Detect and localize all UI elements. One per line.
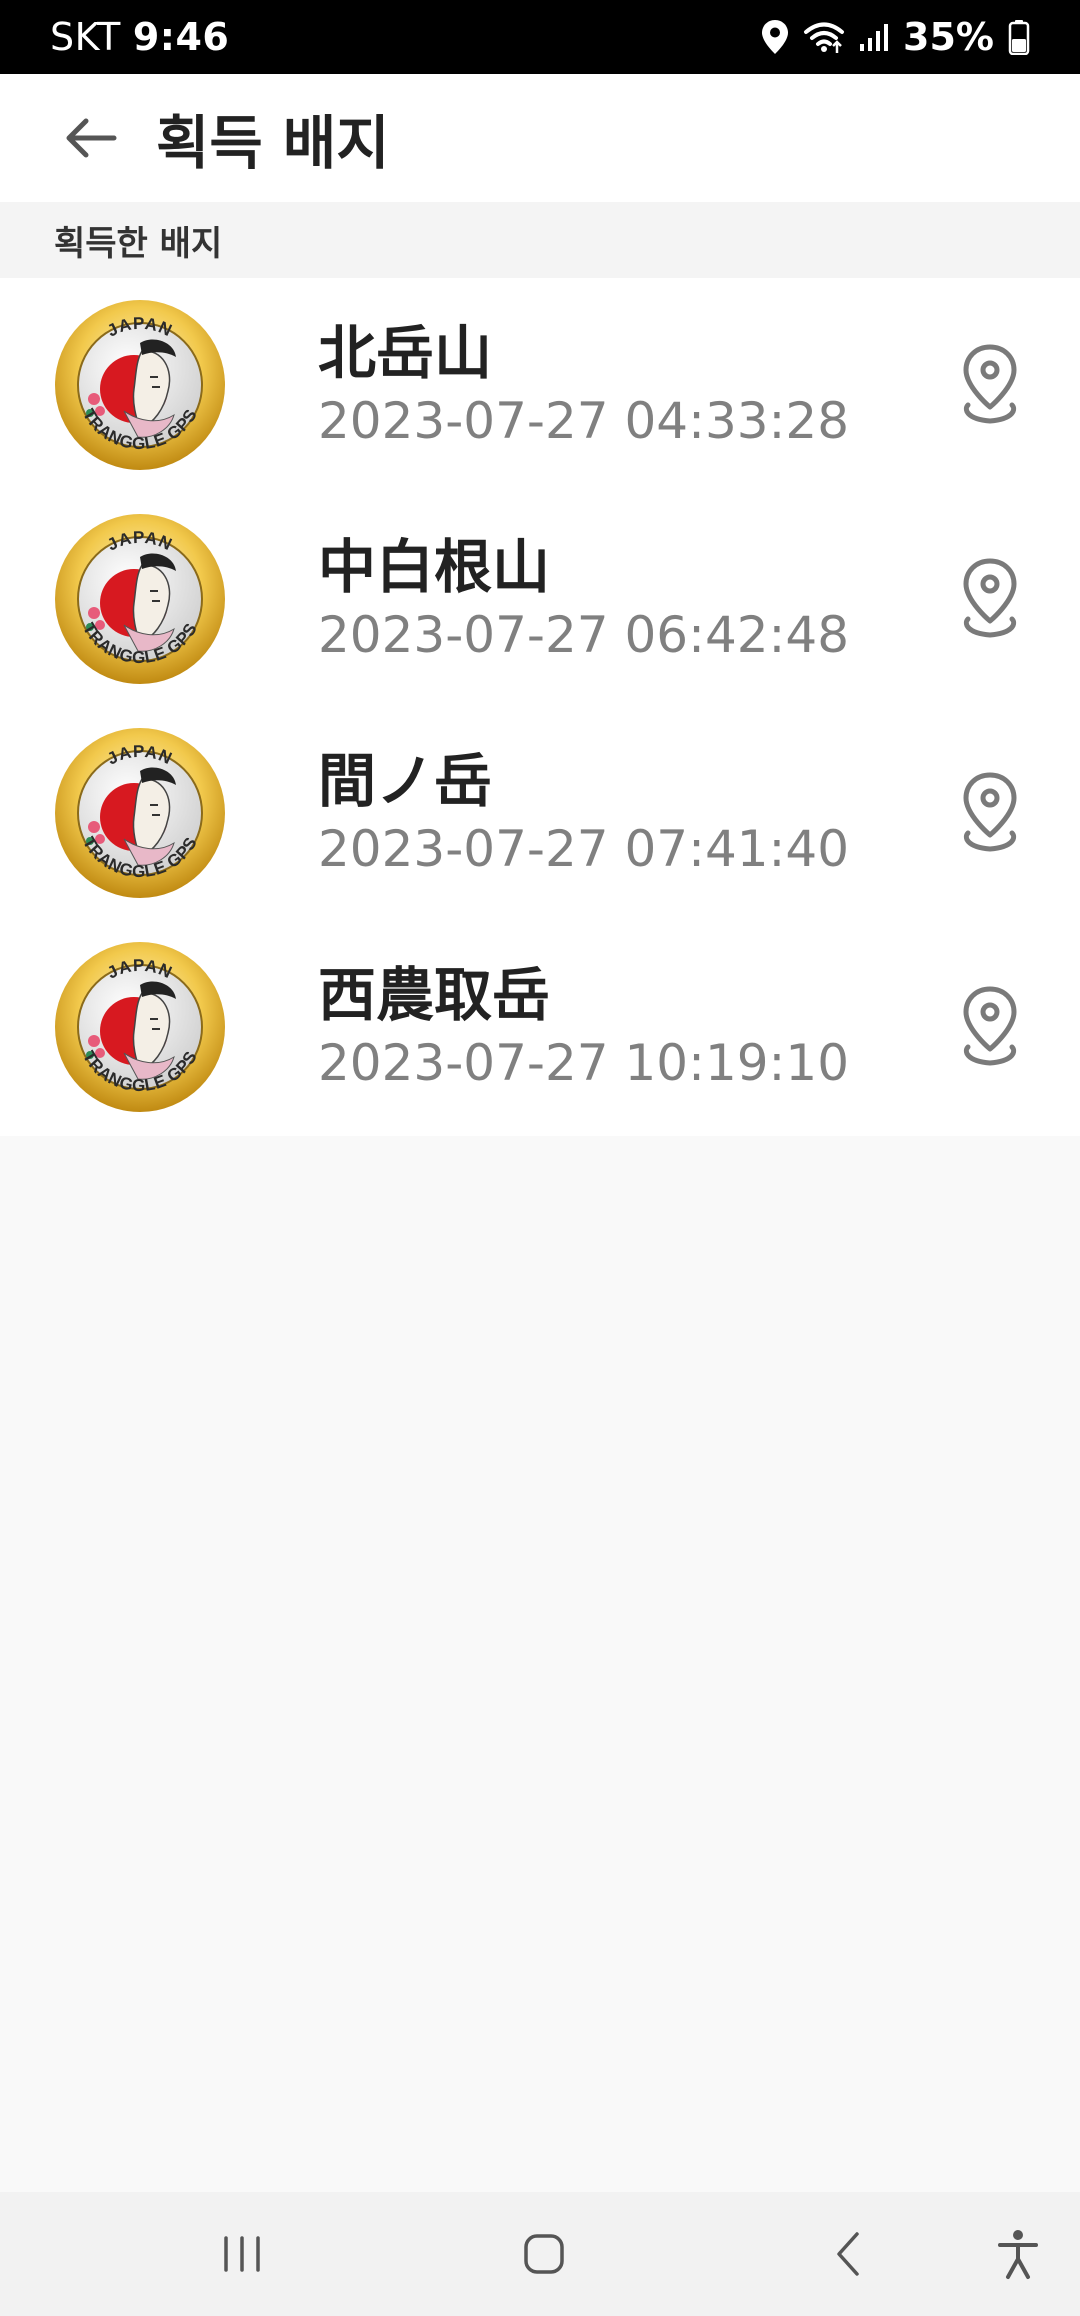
home-icon [524, 2234, 564, 2274]
clock: 9:46 [132, 15, 230, 59]
badge-list: JAPAN TRANGGLE GPS 北岳山 2023-07-27 04:33:… [0, 278, 1080, 1136]
location-pin-icon [963, 986, 1017, 1066]
badge-list-item[interactable]: JAPAN TRANGGLE GPS 中白根山 2023-07-27 06:42… [0, 492, 1080, 706]
badge-text: 北岳山 2023-07-27 04:33:28 [318, 317, 849, 453]
location-status-icon [761, 19, 789, 55]
signal-icon [859, 22, 889, 52]
badge-name: 北岳山 [318, 319, 493, 387]
badge-date: 2023-07-27 06:42:48 [318, 606, 850, 664]
section-header: 획득한 배지 [0, 202, 1080, 278]
accessibility-icon [998, 2230, 1038, 2279]
back-button[interactable] [46, 93, 136, 183]
home-button[interactable] [504, 2214, 584, 2294]
badge-text: 間ノ岳 2023-07-27 07:41:40 [318, 745, 849, 881]
page-title: 획득 배지 [156, 109, 390, 177]
location-pin-icon [963, 772, 1017, 852]
status-left: SKT 9:46 [50, 15, 229, 59]
location-pin-icon [963, 558, 1017, 638]
badge-medal-icon: JAPAN TRANGGLE GPS [54, 941, 226, 1113]
badge-text: 西農取岳 2023-07-27 10:19:10 [318, 959, 849, 1095]
badge-name: 中白根山 [318, 533, 551, 601]
recent-apps-button[interactable] [202, 2214, 282, 2294]
nav-back-button[interactable] [808, 2214, 888, 2294]
badge-medal-icon: JAPAN TRANGGLE GPS [54, 727, 226, 899]
wifi-icon [803, 20, 845, 54]
arrow-left-icon [66, 118, 117, 158]
location-button[interactable] [940, 763, 1040, 863]
status-bar: SKT 9:46 35% [0, 0, 1080, 74]
badge-name: 西農取岳 [318, 961, 551, 1029]
badge-list-item[interactable]: JAPAN TRANGGLE GPS 西農取岳 2023-07-27 10:19… [0, 920, 1080, 1134]
badge-medal-icon: JAPAN TRANGGLE GPS [54, 299, 226, 471]
battery-level: 35% [903, 15, 994, 59]
location-pin-icon [963, 344, 1017, 424]
carrier-label: SKT [50, 15, 121, 59]
chevron-left-icon [837, 2232, 859, 2276]
location-button[interactable] [940, 335, 1040, 435]
badge-list-item[interactable]: JAPAN TRANGGLE GPS 北岳山 2023-07-27 04:33:… [0, 278, 1080, 492]
badge-date: 2023-07-27 10:19:10 [318, 1034, 850, 1092]
location-button[interactable] [940, 977, 1040, 1077]
badge-date: 2023-07-27 07:41:40 [318, 820, 850, 878]
location-button[interactable] [940, 549, 1040, 649]
badge-name: 間ノ岳 [318, 747, 493, 815]
badge-list-item[interactable]: JAPAN TRANGGLE GPS 間ノ岳 2023-07-27 07:41:… [0, 706, 1080, 920]
badge-medal-icon: JAPAN TRANGGLE GPS [54, 513, 226, 685]
badge-text: 中白根山 2023-07-27 06:42:48 [318, 531, 849, 667]
accessibility-button[interactable] [978, 2214, 1058, 2294]
badge-date: 2023-07-27 04:33:28 [318, 392, 850, 450]
status-right: 35% [761, 15, 1030, 59]
navigation-bar [0, 2192, 1080, 2316]
battery-icon [1008, 19, 1030, 55]
app-bar: 획득 배지 [0, 74, 1080, 202]
recent-apps-icon [224, 2236, 260, 2272]
